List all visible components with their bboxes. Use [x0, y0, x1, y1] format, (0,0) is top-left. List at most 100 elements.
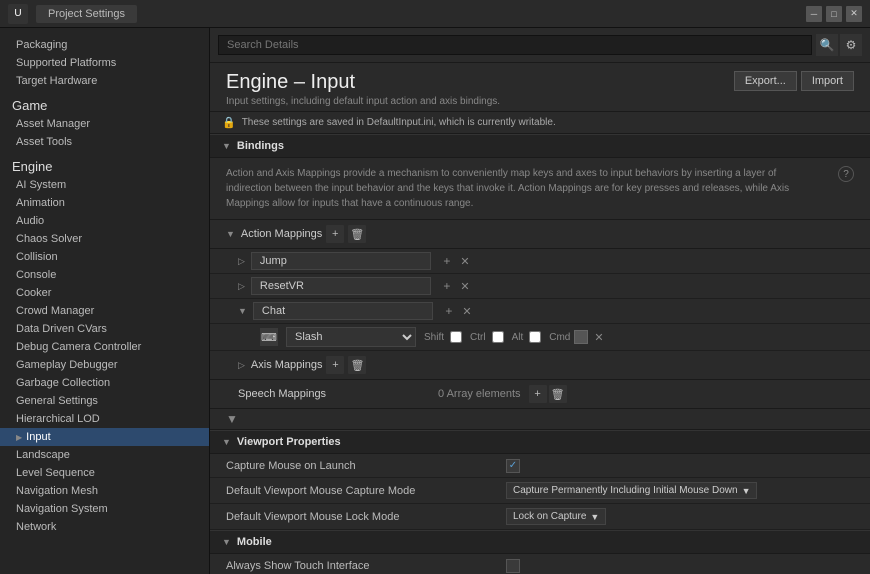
axis-mappings-label: Axis Mappings	[251, 359, 323, 371]
sidebar-item-level-sequence[interactable]: Level Sequence	[0, 464, 209, 482]
expand-down-indicator: ▼	[210, 409, 870, 430]
chat-expand-icon[interactable]: ▼	[238, 306, 247, 316]
search-bar: 🔍 ⚙	[210, 28, 870, 63]
bindings-description: Action and Axis Mappings provide a mecha…	[210, 158, 870, 220]
slash-delete-button[interactable]: ✕	[592, 331, 605, 344]
lock-mode-dropdown[interactable]: Lock on Capture ▼	[506, 508, 606, 525]
axis-delete-button[interactable]: 🗑	[348, 356, 366, 374]
capture-mode-row: Default Viewport Mouse Capture Mode Capt…	[210, 478, 870, 504]
capture-mouse-value	[506, 459, 854, 473]
sidebar-item-target-hardware[interactable]: Target Hardware	[0, 72, 209, 90]
action-mappings-label: Action Mappings	[241, 228, 322, 240]
mapping-sub-item-slash: ⌨ Slash Shift Ctrl Alt Cmd ✕	[210, 324, 870, 351]
axis-mappings-header: ▷ Axis Mappings + 🗑	[210, 351, 870, 380]
chat-name-input[interactable]	[253, 302, 433, 320]
shift-checkbox[interactable]	[450, 331, 462, 343]
capture-mode-dropdown[interactable]: Capture Permanently Including Initial Mo…	[506, 482, 757, 499]
main-layout: Packaging Supported Platforms Target Har…	[0, 28, 870, 574]
sidebar-item-chaos-solver[interactable]: Chaos Solver	[0, 230, 209, 248]
alt-checkbox[interactable]	[529, 331, 541, 343]
chat-actions: + ✕	[441, 303, 475, 319]
resetvr-add-button[interactable]: +	[439, 278, 455, 294]
content-area: 🔍 ⚙ Engine – Input Input settings, inclu…	[210, 28, 870, 574]
speech-mappings-label: Speech Mappings	[238, 388, 438, 400]
mapping-item-chat: ▼ + ✕	[210, 299, 870, 324]
chat-add-button[interactable]: +	[441, 303, 457, 319]
down-arrow-icon: ▼	[226, 412, 238, 426]
search-settings-button[interactable]: ⚙	[840, 34, 862, 56]
sidebar-item-crowd-manager[interactable]: Crowd Manager	[0, 302, 209, 320]
resetvr-expand-icon[interactable]: ▷	[238, 281, 245, 292]
ctrl-checkbox[interactable]	[492, 331, 504, 343]
content-scroll[interactable]: ▼ Bindings Action and Axis Mappings prov…	[210, 134, 870, 574]
sidebar-item-audio[interactable]: Audio	[0, 212, 209, 230]
sidebar-item-garbage-collection[interactable]: Garbage Collection	[0, 374, 209, 392]
search-input[interactable]	[218, 35, 812, 55]
sidebar-item-data-driven-cvars[interactable]: Data Driven CVars	[0, 320, 209, 338]
app-logo: U	[8, 4, 28, 24]
slash-key-icon: ⌨	[260, 328, 278, 346]
sidebar-item-cooker[interactable]: Cooker	[0, 284, 209, 302]
sidebar-item-animation[interactable]: Animation	[0, 194, 209, 212]
always-show-touch-label: Always Show Touch Interface	[226, 560, 506, 572]
sidebar-item-asset-tools[interactable]: Asset Tools	[0, 133, 209, 151]
always-show-touch-row: Always Show Touch Interface	[210, 554, 870, 574]
sidebar-scroll[interactable]: Packaging Supported Platforms Target Har…	[0, 36, 209, 566]
action-mappings-delete-button[interactable]: 🗑	[348, 225, 366, 243]
capture-mode-value: Capture Permanently Including Initial Mo…	[506, 482, 854, 499]
sidebar-item-gameplay-debugger[interactable]: Gameplay Debugger	[0, 356, 209, 374]
maximize-button[interactable]: □	[826, 6, 842, 22]
speech-array-buttons: + 🗑	[529, 385, 567, 403]
sidebar-item-input[interactable]: Input	[0, 428, 209, 446]
resetvr-delete-button[interactable]: ✕	[457, 278, 473, 294]
viewport-properties-header[interactable]: ▼ Viewport Properties	[210, 430, 870, 454]
sidebar-item-console[interactable]: Console	[0, 266, 209, 284]
always-show-touch-checkbox[interactable]	[506, 559, 520, 573]
capture-mouse-label: Capture Mouse on Launch	[226, 460, 506, 472]
sidebar-item-network[interactable]: Network	[0, 518, 209, 536]
action-mappings-add-button[interactable]: +	[326, 225, 344, 243]
sidebar-item-ai-system[interactable]: AI System	[0, 176, 209, 194]
bindings-section-header[interactable]: ▼ Bindings	[210, 134, 870, 158]
search-magnifier-button[interactable]: 🔍	[816, 34, 838, 56]
resetvr-name-input[interactable]	[251, 277, 431, 295]
minimize-button[interactable]: ─	[806, 6, 822, 22]
sidebar-item-packaging[interactable]: Packaging	[0, 36, 209, 54]
speech-delete-button[interactable]: 🗑	[549, 385, 567, 403]
export-button[interactable]: Export...	[734, 71, 797, 91]
slash-key-select[interactable]: Slash	[286, 327, 416, 347]
capture-mouse-checkbox[interactable]	[506, 459, 520, 473]
chat-delete-button[interactable]: ✕	[459, 303, 475, 319]
sidebar-item-supported-platforms[interactable]: Supported Platforms	[0, 54, 209, 72]
sidebar-item-navigation-mesh[interactable]: Navigation Mesh	[0, 482, 209, 500]
sidebar-item-debug-camera-controller[interactable]: Debug Camera Controller	[0, 338, 209, 356]
jump-actions: + ✕	[439, 253, 473, 269]
axis-arrow-icon: ▷	[238, 360, 245, 371]
warning-text: These settings are saved in DefaultInput…	[242, 117, 556, 128]
sidebar-item-asset-manager[interactable]: Asset Manager	[0, 115, 209, 133]
speech-add-button[interactable]: +	[529, 385, 547, 403]
sidebar-item-general-settings[interactable]: General Settings	[0, 392, 209, 410]
action-mappings-arrow-icon: ▼	[226, 229, 235, 239]
jump-delete-button[interactable]: ✕	[457, 253, 473, 269]
lock-mode-text: Lock on Capture	[513, 511, 586, 522]
mobile-arrow-icon: ▼	[222, 537, 231, 547]
sidebar-item-navigation-system[interactable]: Navigation System	[0, 500, 209, 518]
jump-expand-icon[interactable]: ▷	[238, 256, 245, 267]
sidebar-item-hierarchical-lod[interactable]: Hierarchical LOD	[0, 410, 209, 428]
page-subtitle: Input settings, including default input …	[226, 96, 734, 107]
close-button[interactable]: ✕	[846, 6, 862, 22]
sidebar-item-landscape[interactable]: Landscape	[0, 446, 209, 464]
jump-add-button[interactable]: +	[439, 253, 455, 269]
viewport-arrow-icon: ▼	[222, 437, 231, 447]
sidebar-category-engine: Engine	[0, 151, 209, 176]
sidebar-item-collision[interactable]: Collision	[0, 248, 209, 266]
help-icon[interactable]: ?	[838, 166, 854, 182]
capture-mode-label: Default Viewport Mouse Capture Mode	[226, 485, 506, 497]
import-button[interactable]: Import	[801, 71, 854, 91]
jump-name-input[interactable]	[251, 252, 431, 270]
mobile-section-header[interactable]: ▼ Mobile	[210, 530, 870, 554]
axis-add-button[interactable]: +	[326, 356, 344, 374]
bindings-description-text: Action and Axis Mappings provide a mecha…	[226, 166, 823, 211]
sidebar-category-game: Game	[0, 90, 209, 115]
